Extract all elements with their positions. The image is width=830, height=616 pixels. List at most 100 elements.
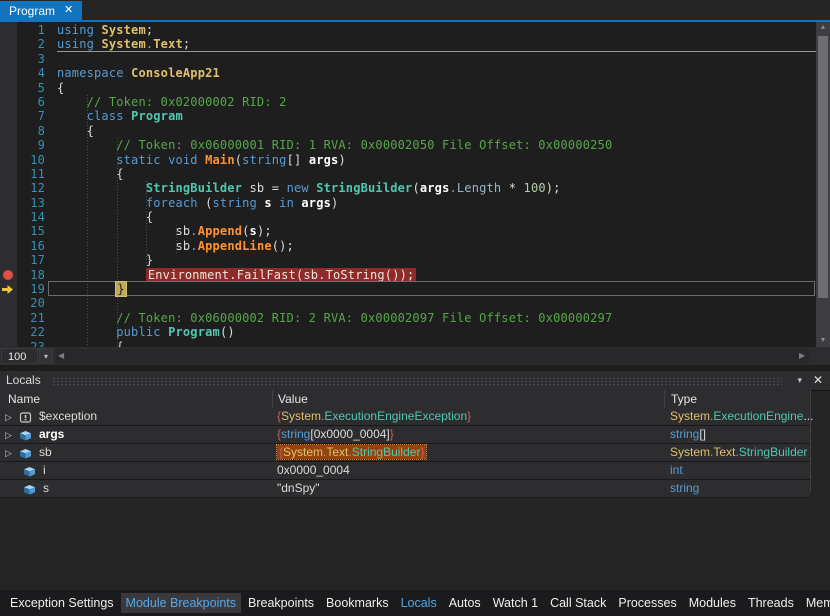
locals-row-sb[interactable]: ▷sb{System.Text.StringBuilder}System.Tex…	[0, 444, 810, 462]
text-segment	[57, 138, 116, 152]
code-line-4[interactable]: 4namespace ConsoleApp21	[0, 66, 816, 80]
line-number: 1	[0, 23, 45, 37]
text-segment: string	[242, 153, 286, 167]
code-line-22[interactable]: 22 public Program()	[0, 325, 816, 339]
line-number: 23	[0, 340, 45, 347]
code-line-8[interactable]: 8 {	[0, 124, 816, 138]
text-segment: string	[670, 427, 699, 441]
scroll-right-icon[interactable]: ▶	[799, 347, 805, 365]
scroll-up-icon[interactable]: ▲	[816, 22, 830, 34]
zoom-dropdown-icon[interactable]: ▾	[39, 348, 53, 364]
tab-program[interactable]: Program ✕	[0, 1, 82, 20]
code-line-14[interactable]: 14 {	[0, 210, 816, 224]
code-line-12[interactable]: 12 StringBuilder sb = new StringBuilder(…	[0, 181, 816, 195]
variable-value[interactable]: {string[0x0000_0004]}	[277, 426, 394, 442]
locals-row-args[interactable]: ▷args{string[0x0000_0004]}string[]	[0, 426, 810, 444]
panel-tab-module-breakpoints[interactable]: Module Breakpoints	[121, 593, 241, 613]
code-text: sb.AppendLine();	[57, 239, 294, 253]
text-segment: }	[390, 427, 394, 441]
exception-icon	[19, 411, 32, 422]
expander-icon[interactable]: ▷	[5, 427, 12, 443]
code-line-6[interactable]: 6 // Token: 0x02000002 RID: 2	[0, 95, 816, 109]
current-statement: }	[116, 282, 125, 296]
locals-column-header[interactable]: Name Value Type	[0, 390, 810, 409]
column-header-value[interactable]: Value	[278, 392, 308, 406]
variable-name[interactable]: args	[39, 426, 64, 442]
locals-panel-titlebar[interactable]: Locals ▾ ✕	[0, 371, 830, 391]
code-line-18[interactable]: 18 Environment.FailFast(sb.ToString());	[0, 268, 816, 282]
code-line-17[interactable]: 17 }	[0, 253, 816, 267]
code-line-9[interactable]: 9 // Token: 0x06000001 RID: 1 RVA: 0x000…	[0, 138, 816, 152]
locals-panel-title: Locals	[6, 373, 41, 387]
text-segment	[57, 268, 146, 282]
panel-tab-memory-1[interactable]: Memory 1	[801, 593, 830, 613]
panel-tab-processes[interactable]: Processes	[613, 593, 681, 613]
tab-close-icon[interactable]: ✕	[64, 5, 73, 16]
code-line-13[interactable]: 13 foreach (string s in args)	[0, 196, 816, 210]
variable-name[interactable]: i	[43, 462, 46, 478]
locals-row-exception[interactable]: ▷ $exception {System.ExecutionEngineExcept…	[0, 408, 810, 426]
code-text: {	[57, 81, 64, 95]
scroll-down-icon[interactable]: ▼	[816, 335, 830, 347]
line-number: 12	[0, 181, 45, 195]
zoom-level-select[interactable]: 100 %	[1, 348, 38, 364]
locals-row-i[interactable]: i0x0000_0004int	[0, 462, 810, 480]
text-segment: ;	[183, 37, 190, 51]
code-line-21[interactable]: 21 // Token: 0x06000002 RID: 2 RVA: 0x00…	[0, 311, 816, 325]
variable-value[interactable]: {System.ExecutionEngineException}	[277, 408, 471, 424]
column-separator[interactable]	[810, 390, 811, 493]
code-line-2[interactable]: 2using System.Text;	[0, 37, 816, 51]
line-number: 21	[0, 311, 45, 325]
code-text: {	[57, 210, 153, 224]
code-line-15[interactable]: 15 sb.Append(s);	[0, 224, 816, 238]
text-segment: s	[250, 224, 257, 238]
text-segment: StringBuilder	[316, 181, 412, 195]
text-segment: Program	[131, 109, 183, 123]
panel-tab-threads[interactable]: Threads	[743, 593, 799, 613]
panel-tab-watch-1[interactable]: Watch 1	[488, 593, 543, 613]
locals-row-s[interactable]: s"dnSpy"string	[0, 480, 810, 498]
expander-icon[interactable]: ▷	[5, 409, 12, 425]
text-segment	[57, 181, 146, 195]
text-segment	[57, 311, 116, 325]
panel-tab-breakpoints[interactable]: Breakpoints	[243, 593, 319, 613]
code-line-11[interactable]: 11 {	[0, 167, 816, 181]
code-line-19[interactable]: 19 }	[0, 282, 816, 296]
text-segment: System	[283, 445, 323, 459]
text-segment: );	[257, 224, 272, 238]
text-segment: ConsoleApp21	[131, 66, 220, 80]
code-line-20[interactable]: 20	[0, 296, 816, 310]
scroll-left-icon[interactable]: ◀	[58, 347, 64, 365]
panel-tab-bookmarks[interactable]: Bookmarks	[321, 593, 394, 613]
vertical-scroll-thumb[interactable]	[818, 36, 828, 298]
variable-name[interactable]: s	[43, 480, 49, 496]
variable-value[interactable]: {System.Text.StringBuilder}	[277, 444, 426, 460]
expander-icon[interactable]: ▷	[5, 445, 12, 461]
panel-menu-chevron-icon[interactable]: ▾	[797, 376, 802, 385]
code-line-3[interactable]: 3	[0, 52, 816, 66]
text-segment: sb	[57, 224, 190, 238]
column-header-type[interactable]: Type	[671, 392, 697, 406]
code-line-16[interactable]: 16 sb.AppendLine();	[0, 239, 816, 253]
variable-name[interactable]: sb	[39, 444, 52, 460]
panel-tab-locals[interactable]: Locals	[396, 593, 442, 613]
variable-name[interactable]: $exception	[39, 408, 97, 424]
variable-value[interactable]: 0x0000_0004	[277, 462, 350, 478]
code-line-10[interactable]: 10 static void Main(string[] args)	[0, 153, 816, 167]
variable-value[interactable]: "dnSpy"	[277, 480, 320, 496]
column-header-name[interactable]: Name	[8, 392, 40, 406]
code-line-5[interactable]: 5{	[0, 81, 816, 95]
code-editor[interactable]: 1using System;2using System.Text;34names…	[0, 22, 816, 347]
panel-tab-call-stack[interactable]: Call Stack	[545, 593, 611, 613]
editor-horizontal-scrollbar[interactable]	[56, 349, 810, 363]
panel-tab-exception-settings[interactable]: Exception Settings	[5, 593, 119, 613]
code-line-7[interactable]: 7 class Program	[0, 109, 816, 123]
code-line-1[interactable]: 1using System;	[0, 23, 816, 37]
editor-vertical-scrollbar[interactable]: ▲ ▼	[816, 22, 830, 347]
panel-tab-autos[interactable]: Autos	[444, 593, 486, 613]
text-segment: 100	[524, 181, 546, 195]
code-line-23[interactable]: 23 {	[0, 340, 816, 347]
panel-close-icon[interactable]: ✕	[813, 374, 823, 387]
panel-tab-modules[interactable]: Modules	[684, 593, 741, 613]
text-segment: ...	[803, 409, 813, 423]
